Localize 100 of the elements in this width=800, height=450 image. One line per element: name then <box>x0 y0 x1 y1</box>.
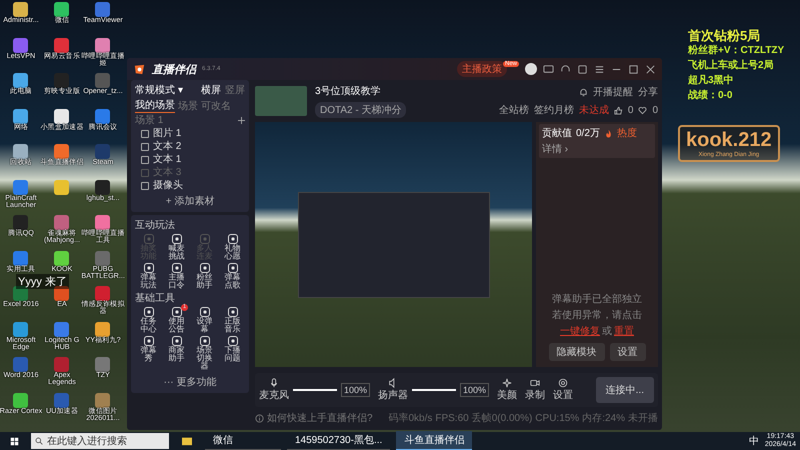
app-logo-icon <box>133 62 146 76</box>
remind-link[interactable]: 开播提醒 <box>593 85 633 99</box>
tool-button[interactable]: 弹幕玩法 <box>135 262 162 290</box>
stat-text: 未开播 <box>628 412 658 425</box>
maximize-icon[interactable] <box>628 64 639 74</box>
thumbs-up-icon[interactable] <box>614 106 623 114</box>
notice-text: 弹幕助手已全部独立 <box>552 292 642 306</box>
source-item[interactable]: 文本 2 <box>153 141 182 153</box>
panel-button[interactable]: 隐藏模块 <box>548 343 604 361</box>
more-features-button[interactable]: ··· 更多功能 <box>162 374 218 390</box>
overlay-text: 飞机上车或上号2局 <box>688 58 775 73</box>
audio-label: 麦克风 <box>259 388 289 402</box>
toolbar-button[interactable]: 设置 <box>553 378 574 402</box>
source-item[interactable]: 图片 1 <box>153 128 182 140</box>
tool-button[interactable]: 礼物心愿 <box>219 233 246 261</box>
cover-thumbnail[interactable] <box>255 86 307 116</box>
panel-button[interactable]: 设置 <box>610 343 646 361</box>
scene-tab[interactable]: 我的场景 <box>135 98 175 113</box>
tool-button[interactable]: 设弹幕 <box>191 306 218 334</box>
search-field[interactable]: 在此键入进行搜索 <box>31 433 169 449</box>
tool-button[interactable]: 商家助手 <box>163 335 190 373</box>
overlay-text: 超凡3黑中 <box>688 74 735 88</box>
message-icon[interactable] <box>543 64 554 74</box>
reset-link[interactable]: 重置 <box>614 324 634 338</box>
source-item[interactable]: 文本 1 <box>153 154 182 166</box>
tool-icon <box>142 306 154 318</box>
toolbar-button[interactable]: 录制 <box>525 378 546 402</box>
details-link[interactable]: 详情 › <box>542 142 568 156</box>
layout-icon[interactable] <box>577 64 588 74</box>
app-icon[interactable] <box>54 108 69 124</box>
notice-text: 或 <box>602 324 612 338</box>
app-icon[interactable] <box>13 73 28 88</box>
rank-link[interactable]: 全站榜 <box>498 103 529 117</box>
tool-icon <box>226 233 238 245</box>
orientation-tab[interactable]: 横屏 <box>201 83 221 97</box>
tool-button[interactable]: 弹幕点歌 <box>219 262 246 290</box>
app-icon[interactable] <box>13 2 28 17</box>
heart-icon[interactable] <box>638 106 648 114</box>
tool-icon <box>142 233 154 245</box>
record-icon <box>530 378 540 388</box>
headset-icon[interactable] <box>560 64 571 74</box>
settings-icon <box>558 378 568 388</box>
tool-icon <box>170 233 182 245</box>
windows-start-icon[interactable] <box>10 436 19 446</box>
tool-button[interactable]: 正版音乐 <box>219 306 246 334</box>
category-tag[interactable]: DOTA2 - 天梯冲分 <box>315 102 406 118</box>
tool-icon <box>226 262 238 274</box>
go-live-button[interactable]: 连接中... <box>596 377 654 403</box>
tool-icon <box>142 335 154 347</box>
ime-indicator[interactable]: 中 <box>748 434 759 448</box>
sparkle-icon <box>502 378 512 388</box>
close-icon[interactable] <box>645 64 656 74</box>
taskbar-app[interactable]: 微信 <box>205 431 281 450</box>
overlay-text: 粉丝群+V：CTZLTZY <box>688 44 784 58</box>
monthly-rank-link[interactable]: 签约月榜 <box>534 103 574 117</box>
app-icon[interactable] <box>95 180 110 194</box>
tool-icon <box>170 262 182 274</box>
tool-button[interactable]: 任务中心 <box>135 306 162 334</box>
tool-icon <box>198 262 210 274</box>
app-icon[interactable] <box>95 38 110 52</box>
source-item[interactable]: 摄像头 <box>153 180 183 192</box>
share-link[interactable]: 分享 <box>638 85 658 99</box>
like-count: 0 <box>628 104 634 116</box>
tool-icon <box>198 335 210 347</box>
stat-text: 码率0kb/s <box>388 412 432 425</box>
overlay-text: 战绩：0-0 <box>688 88 734 103</box>
bell-icon[interactable] <box>579 88 588 96</box>
policy-button[interactable]: 主播政策 <box>456 61 507 77</box>
folder-icon[interactable] <box>181 436 193 446</box>
tool-button[interactable]: 场景切换器 <box>191 335 218 373</box>
tool-icon <box>198 233 210 245</box>
microphone-icon[interactable] <box>269 378 279 388</box>
mode-dropdown[interactable]: 常规模式 ▾ <box>135 83 183 97</box>
add-source-button[interactable]: + 添加素材 <box>164 193 216 209</box>
app-icon[interactable] <box>13 108 28 124</box>
stat-text: 丢帧0(0.00%) <box>472 412 532 425</box>
flame-icon <box>604 128 613 138</box>
stat-text: FPS:60 <box>435 412 469 424</box>
avatar[interactable] <box>525 63 537 75</box>
tool-button[interactable]: 主播口令 <box>163 262 190 290</box>
tool-button[interactable]: 弹幕秀 <box>135 335 162 373</box>
tool-button[interactable]: 下播问题 <box>219 335 246 373</box>
contribution-value: 0/2万 <box>576 127 600 140</box>
taskbar-app[interactable]: 1459502730-黑包... <box>287 431 390 450</box>
repair-link[interactable]: 一键修复 <box>560 324 600 338</box>
tool-icon <box>170 306 182 318</box>
tool-button[interactable]: 喊麦挑战 <box>163 233 190 261</box>
taskbar-app[interactable]: 斗鱼直播伴侣 <box>396 431 472 450</box>
add-icon[interactable] <box>238 116 245 124</box>
tool-button[interactable]: 粉丝助手 <box>191 262 218 290</box>
tool-icon <box>226 335 238 347</box>
app-icon[interactable] <box>54 2 69 17</box>
help-link[interactable]: 如何快速上手直播伴侣? <box>267 411 373 425</box>
tool-icon <box>226 306 238 318</box>
stat-text: CPU:15% <box>535 412 580 424</box>
info-icon[interactable] <box>255 414 264 422</box>
stream-title[interactable]: 3号位顶级教学 <box>315 84 406 98</box>
toolbar-button[interactable]: 美颜 <box>497 378 518 402</box>
volume-value: 100% <box>460 383 490 397</box>
menu-icon[interactable] <box>594 64 605 74</box>
